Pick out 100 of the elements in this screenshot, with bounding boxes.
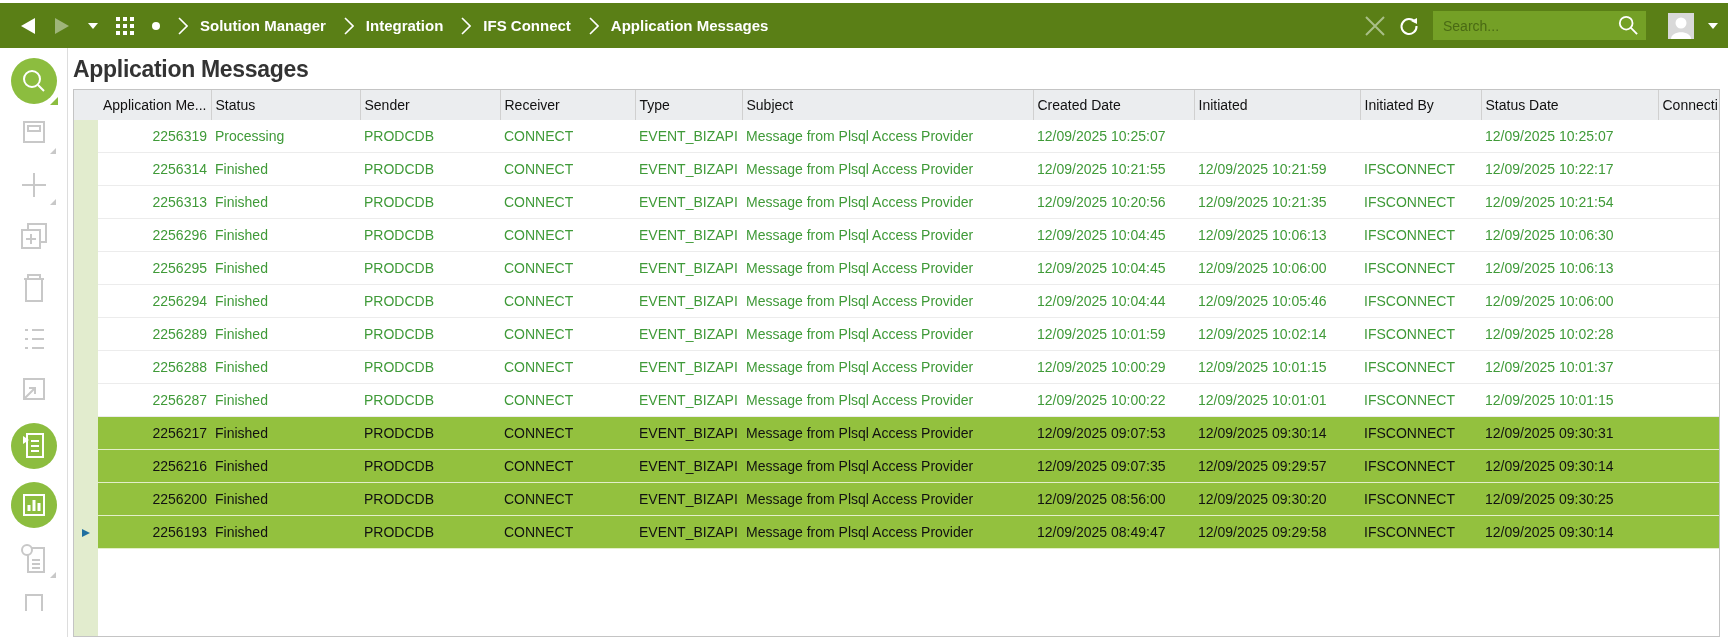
table-cell: 2256193 [152,524,207,540]
document-list-icon[interactable] [9,422,58,470]
table-cell: Message from Plsql Access Provider [746,194,974,210]
table-row[interactable]: 2256288 Finished PRODCDB CONNECT EVENT_BIZAPI Message from Plsql Access Provider 12/09/2025 10:00:29 12/09/2025 10:01:15 IFSCONNECT 12/09/2025 10:01:37 [74,350,1719,384]
column-header[interactable]: Connecti [1658,90,1719,120]
table-row[interactable]: 2256295 Finished PRODCDB CONNECT EVENT_BIZAPI Message from Plsql Access Provider 12/09/2025 10:04:45 12/09/2025 10:06:00 IFSCONNECT 12/09/2025 10:06:13 [74,251,1719,285]
table-cell: IFSCONNECT [1364,227,1455,243]
breadcrumb-link[interactable]: Application Messages [610,17,769,34]
refresh-icon[interactable] [1399,15,1419,36]
table-cell: Finished [215,425,268,441]
table-cell: 12/09/2025 10:06:30 [1485,227,1614,243]
column-header[interactable]: Application Me... [98,90,211,120]
breadcrumb-link[interactable]: IFS Connect [483,17,571,34]
table-cell: Finished [215,458,268,474]
chart-icon[interactable] [9,481,58,529]
column-header[interactable]: Sender [360,90,500,120]
table-cell: Finished [215,491,268,507]
table-cell: 12/09/2025 10:25:07 [1485,128,1614,144]
caret-icon[interactable] [88,22,98,29]
table-cell: Message from Plsql Access Provider [746,260,974,276]
table-cell: 12/09/2025 09:07:53 [1037,425,1166,441]
search-icon[interactable] [1618,15,1638,35]
column-header[interactable]: Status Date [1481,90,1658,120]
table-cell: IFSCONNECT [1364,458,1455,474]
table-cell: PRODCDB [364,524,434,540]
table-row[interactable]: 2256289 Finished PRODCDB CONNECT EVENT_BIZAPI Message from Plsql Access Provider 12/09/2025 10:01:59 12/09/2025 10:02:14 IFSCONNECT 12/09/2025 10:02:28 [74,317,1719,351]
table-cell: CONNECT [504,491,574,507]
table-cell: PRODCDB [364,227,434,243]
table-cell: IFSCONNECT [1364,359,1455,375]
table-cell: 12/09/2025 10:22:17 [1485,161,1614,177]
table-cell: 2256294 [152,293,207,309]
table-cell: Finished [215,326,268,342]
table-cell: 2256313 [152,194,207,210]
column-header[interactable]: Receiver [500,90,635,120]
table-cell: 12/09/2025 10:02:28 [1485,326,1614,342]
column-header[interactable]: Type [635,90,742,120]
table-cell: Finished [215,227,268,243]
table-cell: 12/09/2025 10:02:14 [1198,326,1327,342]
column-header[interactable]: Subject [742,90,1033,120]
table-row[interactable]: 2256200 Finished PRODCDB CONNECT EVENT_BIZAPI Message from Plsql Access Provider 12/09/2025 08:56:00 12/09/2025 09:30:20 IFSCONNECT 12/09/2025 09:30:25 [74,482,1719,516]
table-cell: 12/09/2025 09:29:58 [1198,524,1327,540]
breadcrumb-link[interactable]: Integration [365,17,444,34]
table-cell: EVENT_BIZAPI [639,359,738,375]
column-header[interactable]: Initiated [1194,90,1360,120]
table-cell: EVENT_BIZAPI [639,161,738,177]
table-cell: CONNECT [504,458,574,474]
forward-icon[interactable] [54,16,70,35]
table-cell: IFSCONNECT [1364,293,1455,309]
home-dot-icon[interactable] [152,21,160,30]
table-row[interactable]: 2256314 Finished PRODCDB CONNECT EVENT_BIZAPI Message from Plsql Access Provider 12/09/2025 10:21:55 12/09/2025 10:21:59 IFSCONNECT 12/09/2025 10:22:17 [74,152,1719,186]
table-cell: PRODCDB [364,260,434,276]
table-cell: EVENT_BIZAPI [639,458,738,474]
table-row[interactable]: 2256296 Finished PRODCDB CONNECT EVENT_BIZAPI Message from Plsql Access Provider 12/09/2025 10:04:45 12/09/2025 10:06:13 IFSCONNECT 12/09/2025 10:06:30 [74,218,1719,252]
table-cell: EVENT_BIZAPI [639,491,738,507]
apps-grid-icon[interactable] [116,16,134,35]
table-row[interactable]: 2256216 Finished PRODCDB CONNECT EVENT_BIZAPI Message from Plsql Access Provider 12/09/2025 09:07:35 12/09/2025 09:29:57 IFSCONNECT 12/09/2025 09:30:14 [74,449,1719,483]
table-cell: 12/09/2025 10:01:59 [1037,326,1166,342]
table-cell: PRODCDB [364,491,434,507]
table-cell: 12/09/2025 10:06:00 [1485,293,1614,309]
table-cell: 12/09/2025 09:30:20 [1198,491,1327,507]
table-cell: CONNECT [504,392,574,408]
table-row[interactable]: 2256319 Processing PRODCDB CONNECT EVENT_BIZAPI Message from Plsql Access Provider 12/09/2025 10:25:07 12/09/2025 10:25:07 [74,120,1719,153]
table-cell: EVENT_BIZAPI [639,293,738,309]
table-cell: 12/09/2025 10:21:59 [1198,161,1327,177]
table-cell: 2256319 [152,128,207,144]
breadcrumb-link[interactable]: Solution Manager [200,17,326,34]
caret-icon[interactable] [1708,22,1718,29]
table-cell: CONNECT [504,359,574,375]
table-cell: Finished [215,194,268,210]
table-row[interactable]: 2256193 Finished PRODCDB CONNECT EVENT_BIZAPI Message from Plsql Access Provider 12/09/2025 08:49:47 12/09/2025 09:29:58 IFSCONNECT 12/09/2025 09:30:14 [74,515,1719,549]
current-row-icon [82,529,90,538]
table-cell: PRODCDB [364,458,434,474]
column-header[interactable]: Initiated By [1360,90,1481,120]
table-cell: 2256288 [152,359,207,375]
table-cell: PRODCDB [364,326,434,342]
table-cell: 12/09/2025 10:01:37 [1485,359,1614,375]
table-cell: 2256216 [152,458,207,474]
table-cell: CONNECT [504,425,574,441]
avatar-icon[interactable] [1668,12,1694,39]
table-cell: EVENT_BIZAPI [639,392,738,408]
column-header[interactable]: Status [211,90,360,120]
table-cell: 12/09/2025 10:06:13 [1485,260,1614,276]
close-icon[interactable] [1365,15,1385,36]
table-cell: CONNECT [504,227,574,243]
page-title: Application Messages [73,55,310,84]
table-cell: 2256289 [152,326,207,342]
table-cell: EVENT_BIZAPI [639,128,738,144]
table-cell: Message from Plsql Access Provider [746,161,974,177]
search-icon[interactable] [9,57,58,105]
back-icon[interactable] [20,16,36,35]
table-cell: 12/09/2025 09:07:35 [1037,458,1166,474]
table-cell: 12/09/2025 10:06:13 [1198,227,1327,243]
table-row[interactable]: 2256294 Finished PRODCDB CONNECT EVENT_BIZAPI Message from Plsql Access Provider 12/09/2025 10:04:44 12/09/2025 10:05:46 IFSCONNECT 12/09/2025 10:06:00 [74,284,1719,318]
table-row[interactable]: 2256313 Finished PRODCDB CONNECT EVENT_BIZAPI Message from Plsql Access Provider 12/09/2025 10:20:56 12/09/2025 10:21:35 IFSCONNECT 12/09/2025 10:21:54 [74,185,1719,219]
table-row[interactable]: 2256287 Finished PRODCDB CONNECT EVENT_BIZAPI Message from Plsql Access Provider 12/09/2025 10:00:22 12/09/2025 10:01:01 IFSCONNECT 12/09/2025 10:01:15 [74,383,1719,417]
table-cell: PRODCDB [364,425,434,441]
table-cell: CONNECT [504,293,574,309]
column-header[interactable]: Created Date [1033,90,1194,120]
table-cell: EVENT_BIZAPI [639,524,738,540]
table-row[interactable]: 2256217 Finished PRODCDB CONNECT EVENT_BIZAPI Message from Plsql Access Provider 12/09/2025 09:07:53 12/09/2025 09:30:14 IFSCONNECT 12/09/2025 09:30:31 [74,416,1719,450]
